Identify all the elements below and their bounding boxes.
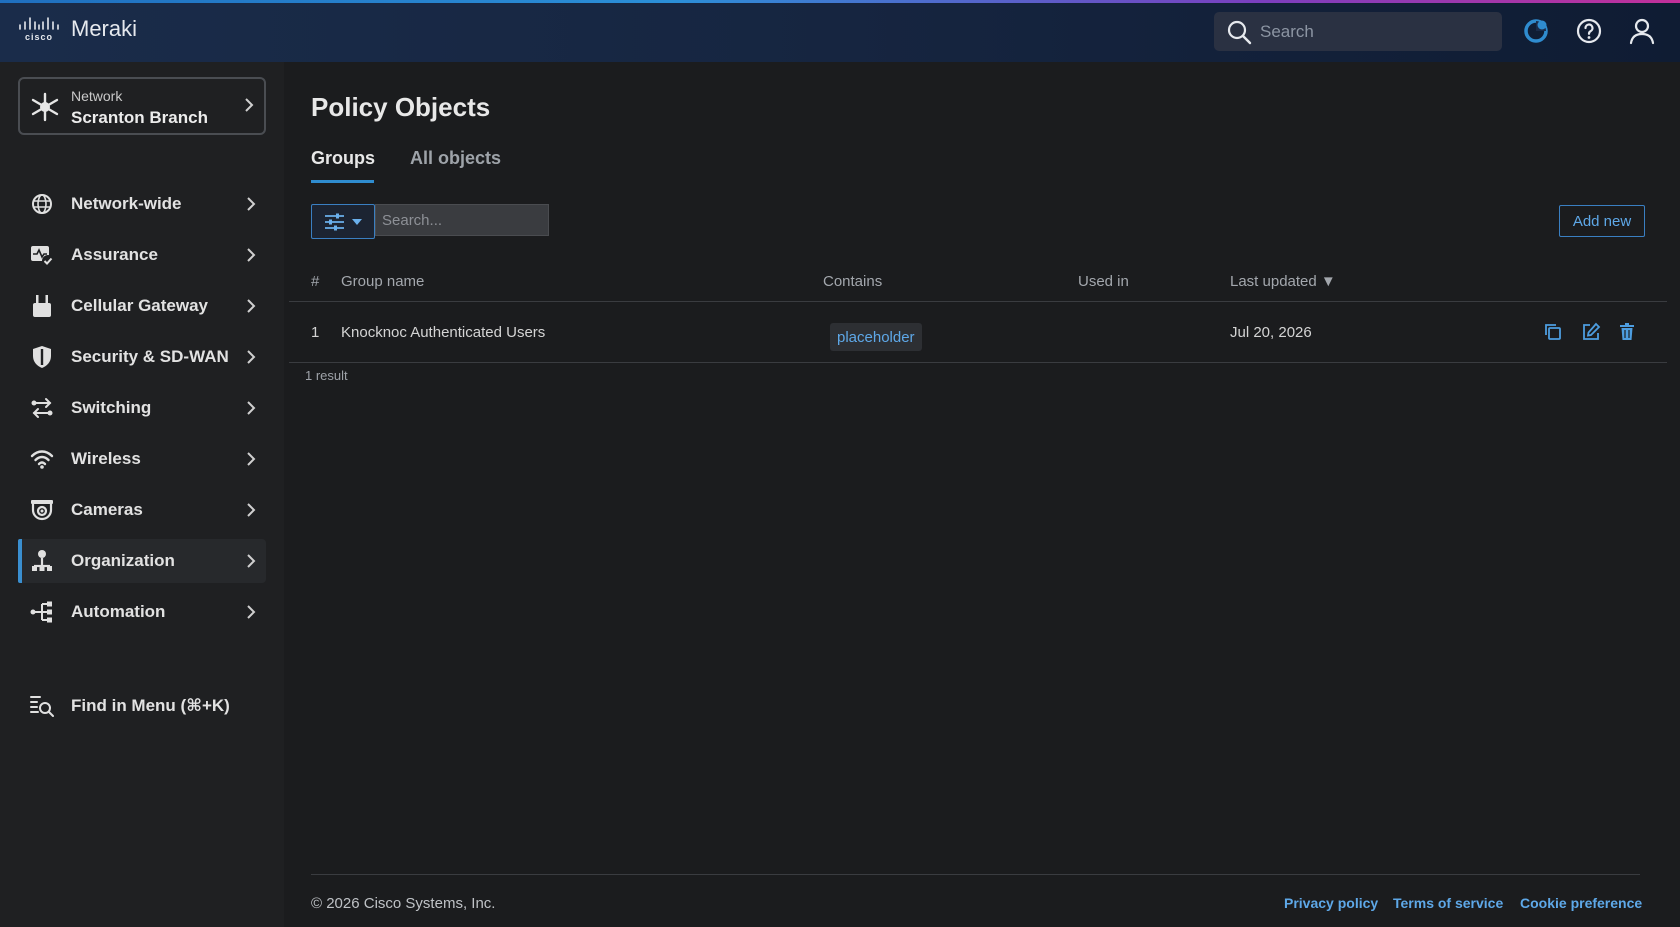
find-menu-icon: [30, 696, 54, 717]
tab-label: Groups: [311, 148, 376, 168]
copy-icon[interactable]: [1543, 322, 1563, 342]
sliders-icon: [325, 213, 344, 231]
tab-label: All objects: [410, 148, 502, 168]
sidebar-item-label: Automation: [71, 602, 166, 621]
network-icon: [31, 92, 59, 122]
network-name: Scranton Branch: [71, 108, 208, 127]
top-bar: cisco Meraki: [0, 0, 1680, 62]
sidebar-item-automation[interactable]: Automation: [18, 590, 266, 634]
sidebar-item-network-wide[interactable]: Network-wide: [18, 182, 266, 226]
active-indicator: [18, 539, 22, 583]
sidebar-item-label: Security & SD-WAN: [71, 347, 229, 366]
network-label: Network: [71, 88, 123, 104]
sidebar-item-label: Switching: [71, 398, 152, 417]
caret-down-icon: [352, 219, 362, 225]
sidebar-item-cellular-gateway[interactable]: Cellular Gateway: [18, 284, 266, 328]
main-content: Policy Objects Groups All objects Add ne…: [284, 62, 1680, 927]
help-icon[interactable]: [1575, 17, 1603, 45]
logo-text: cisco: [25, 32, 53, 42]
sidebar-item-cameras[interactable]: Cameras: [18, 488, 266, 532]
privacy-policy-link[interactable]: Privacy policy: [1284, 895, 1378, 911]
chevron-right-icon: [247, 248, 256, 262]
sidebar-item-wireless[interactable]: Wireless: [18, 437, 266, 481]
user-icon[interactable]: [1628, 17, 1656, 45]
cisco-logo-icon: cisco: [19, 17, 59, 42]
chevron-right-icon: [245, 98, 254, 112]
chevron-right-icon: [247, 605, 256, 619]
sidebar-item-label: Wireless: [71, 449, 141, 468]
sidebar-item-security-sd-wan[interactable]: Security & SD-WAN: [18, 335, 266, 379]
find-in-menu-label: Find in Menu (⌘+K): [71, 696, 230, 715]
filter-dropdown-button[interactable]: [311, 204, 375, 239]
globe-icon: [32, 194, 52, 214]
assurance-icon: [31, 246, 54, 267]
copyright-text: © 2026 Cisco Systems, Inc.: [311, 895, 496, 912]
tab-groups[interactable]: Groups: [311, 148, 376, 183]
organization-icon: [32, 550, 52, 571]
result-count: 1 result: [305, 368, 348, 383]
notification-icon[interactable]: [1522, 17, 1550, 45]
chevron-right-icon: [247, 299, 256, 313]
contains-tag[interactable]: placeholder: [830, 323, 922, 351]
sidebar-item-switching[interactable]: Switching: [18, 386, 266, 430]
active-tab-underline: [311, 180, 374, 183]
column-header-label: Last updated: [1230, 273, 1317, 290]
row-last-updated: Jul 20, 2026: [1230, 324, 1312, 341]
column-header-index: #: [311, 273, 320, 290]
find-in-menu[interactable]: Find in Menu (⌘+K): [18, 684, 266, 728]
add-new-button[interactable]: Add new: [1559, 205, 1645, 237]
chevron-right-icon: [247, 350, 256, 364]
chevron-right-icon: [247, 401, 256, 415]
row-index: 1: [311, 324, 320, 341]
delete-icon[interactable]: [1617, 322, 1637, 342]
shield-icon: [33, 346, 51, 368]
top-accent-strip: [0, 0, 1680, 3]
footer-divider: [311, 874, 1640, 875]
edit-icon[interactable]: [1581, 322, 1601, 342]
wifi-icon: [30, 450, 54, 469]
chevron-right-icon: [247, 503, 256, 517]
column-header-contains[interactable]: Contains: [823, 273, 882, 290]
sidebar-item-label: Organization: [71, 551, 175, 570]
network-selector[interactable]: Network Scranton Branch: [18, 77, 266, 135]
groups-search-input[interactable]: [375, 204, 549, 236]
table-row-divider: [289, 362, 1667, 363]
sidebar-item-assurance[interactable]: Assurance: [18, 233, 266, 277]
cellular-gateway-icon: [33, 295, 51, 317]
sidebar-item-label: Assurance: [71, 245, 158, 264]
switching-icon: [31, 398, 53, 418]
search-icon: [1227, 20, 1252, 44]
brand-name: Meraki: [71, 16, 138, 41]
column-header-last-updated[interactable]: Last updated ▼: [1230, 273, 1336, 290]
camera-icon: [31, 500, 53, 521]
table-header-divider: [289, 301, 1667, 302]
sidebar-item-label: Cellular Gateway: [71, 296, 209, 315]
automation-icon: [30, 601, 52, 623]
page-title: Policy Objects: [311, 92, 491, 122]
global-search[interactable]: [1214, 12, 1502, 51]
chevron-right-icon: [247, 197, 256, 211]
tab-all-objects[interactable]: All objects: [410, 148, 501, 169]
column-header-used-in[interactable]: Used in: [1078, 273, 1129, 290]
sidebar: Network Scranton Branch Network-wide Ass…: [0, 62, 284, 927]
sort-desc-icon: ▼: [1320, 273, 1336, 290]
cookie-preference-link[interactable]: Cookie preference: [1520, 895, 1642, 911]
row-group-name: Knocknoc Authenticated Users: [341, 324, 546, 341]
sidebar-item-label: Cameras: [71, 500, 143, 519]
column-header-group-name[interactable]: Group name: [341, 273, 424, 290]
chevron-right-icon: [247, 452, 256, 466]
global-search-input[interactable]: [1260, 21, 1480, 42]
sidebar-item-organization[interactable]: Organization: [18, 539, 266, 583]
terms-of-service-link[interactable]: Terms of service: [1393, 895, 1503, 911]
sidebar-item-label: Network-wide: [71, 194, 182, 213]
brand[interactable]: cisco Meraki: [17, 16, 137, 42]
chevron-right-icon: [247, 554, 256, 568]
